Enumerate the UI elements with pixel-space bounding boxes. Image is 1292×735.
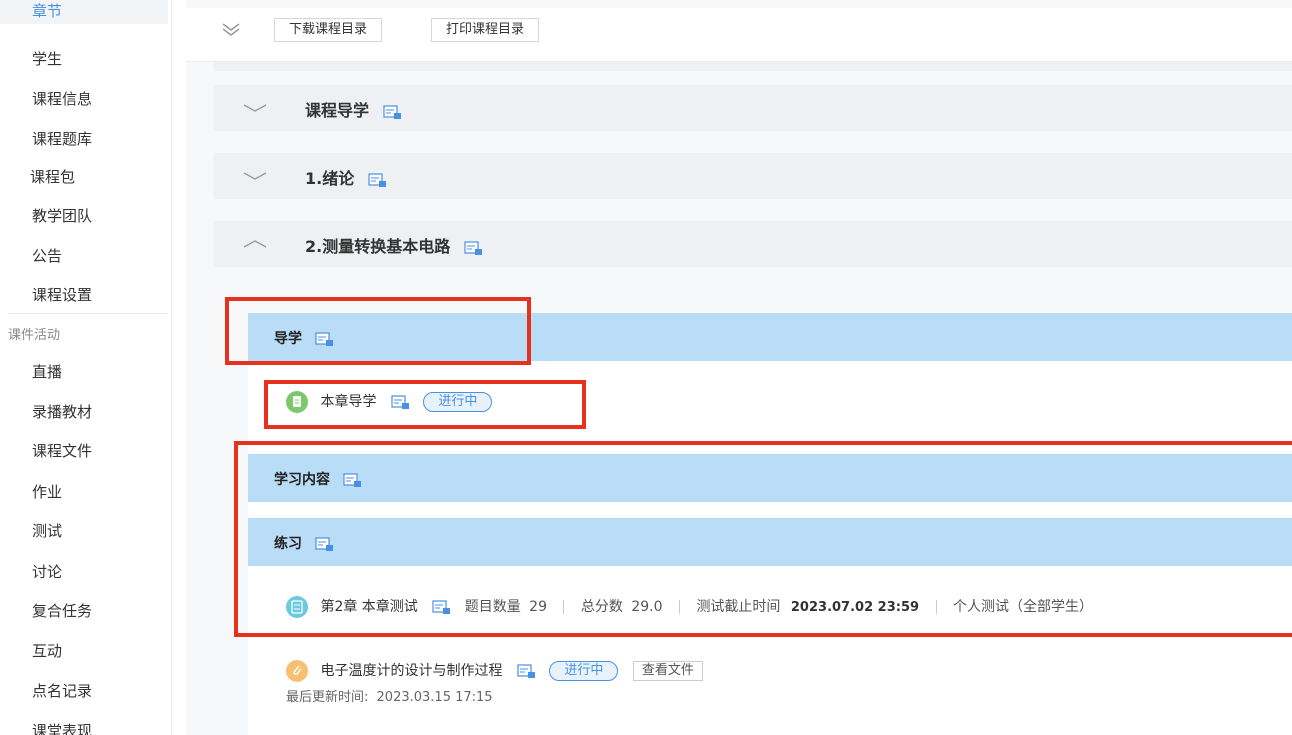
chapter-title: 课程导学 <box>305 97 403 121</box>
print-catalog-button[interactable]: 打印课程目录 <box>431 18 540 42</box>
chevron-up-icon[interactable] <box>242 236 268 252</box>
main-content: 下载课程目录 打印课程目录 课程导学 1.绪论 2.测量转换基本电路 导学 本章… <box>186 0 1292 735</box>
list-item-file[interactable]: 电子温度计的设计与制作过程 进行中 查看文件 <box>286 660 703 682</box>
sidebar-item-course-files[interactable]: 课程文件 <box>32 440 92 461</box>
sidebar-item-teaching-team[interactable]: 教学团队 <box>32 205 92 226</box>
attachment-icon <box>286 660 308 682</box>
chapter-row[interactable]: 1.绪论 <box>214 153 1292 199</box>
chapter-title-text: 1.绪论 <box>305 169 355 188</box>
item-title[interactable]: 电子温度计的设计与制作过程 <box>320 663 502 679</box>
sidebar-item-class-performance[interactable]: 课堂表现 <box>32 720 92 735</box>
sidebar-item-question-bank[interactable]: 课程题库 <box>32 128 92 149</box>
chapter-title: 1.绪论 <box>305 165 388 189</box>
sidebar-item-live[interactable]: 直播 <box>32 361 62 382</box>
sidebar-item-interaction[interactable]: 互动 <box>32 640 62 661</box>
status-badge: 进行中 <box>549 661 619 681</box>
sidebar-item-label: 章节 <box>32 2 63 20</box>
locked-file-icon[interactable] <box>382 104 403 120</box>
highlight-box <box>264 380 586 429</box>
sidebar-item-students[interactable]: 学生 <box>32 48 62 69</box>
locked-file-icon[interactable] <box>368 172 388 188</box>
sidebar-item-recorded[interactable]: 录播教材 <box>32 401 92 422</box>
chapter-title: 2.测量转换基本电路 <box>305 233 484 257</box>
toolbar: 下载课程目录 打印课程目录 <box>186 8 1292 62</box>
sidebar-item-tests[interactable]: 测试 <box>32 520 62 541</box>
chapter-title-text: 2.测量转换基本电路 <box>305 237 451 256</box>
highlight-box <box>234 441 1292 637</box>
chapter-row-expanded[interactable]: 2.测量转换基本电路 <box>214 221 1292 267</box>
download-catalog-button[interactable]: 下载课程目录 <box>274 18 383 42</box>
locked-file-icon[interactable] <box>464 240 484 256</box>
sidebar-item-announcements[interactable]: 公告 <box>32 245 62 266</box>
chevron-down-icon[interactable] <box>242 100 268 116</box>
chapter-title-text: 课程导学 <box>305 101 370 120</box>
sidebar-item-chapters[interactable]: 章节 <box>0 0 168 24</box>
sidebar-item-attendance[interactable]: 点名记录 <box>32 680 92 701</box>
sidebar-divider <box>8 313 168 314</box>
sidebar-item-composite-tasks[interactable]: 复合任务 <box>32 600 92 621</box>
sidebar-item-course-settings[interactable]: 课程设置 <box>32 284 92 305</box>
sidebar-item-course-info[interactable]: 课程信息 <box>32 88 92 109</box>
sidebar: 章节 学生 课程信息 课程题库 课程包 教学团队 公告 课程设置 课件活动 直播… <box>0 0 172 735</box>
last-updated-value: 2023.03.15 17:15 <box>376 690 493 705</box>
sidebar-item-homework[interactable]: 作业 <box>32 481 62 502</box>
sidebar-item-course-package[interactable]: 课程包 <box>30 166 75 187</box>
locked-file-icon[interactable] <box>517 663 537 679</box>
last-updated-label: 最后更新时间: <box>286 690 369 705</box>
last-updated: 最后更新时间: 2023.03.15 17:15 <box>286 686 493 705</box>
view-file-button[interactable]: 查看文件 <box>632 661 703 681</box>
chevron-down-icon[interactable] <box>242 168 268 184</box>
app: 章节 学生 课程信息 课程题库 课程包 教学团队 公告 课程设置 课件活动 直播… <box>0 0 1292 735</box>
collapse-all-icon[interactable] <box>220 20 242 38</box>
sidebar-section-label: 课件活动 <box>8 328 61 343</box>
sidebar-item-discussion[interactable]: 讨论 <box>32 561 62 582</box>
chapter-bar-partial <box>214 62 1292 71</box>
highlight-box <box>225 297 531 365</box>
chapter-row[interactable]: 课程导学 <box>214 85 1292 131</box>
